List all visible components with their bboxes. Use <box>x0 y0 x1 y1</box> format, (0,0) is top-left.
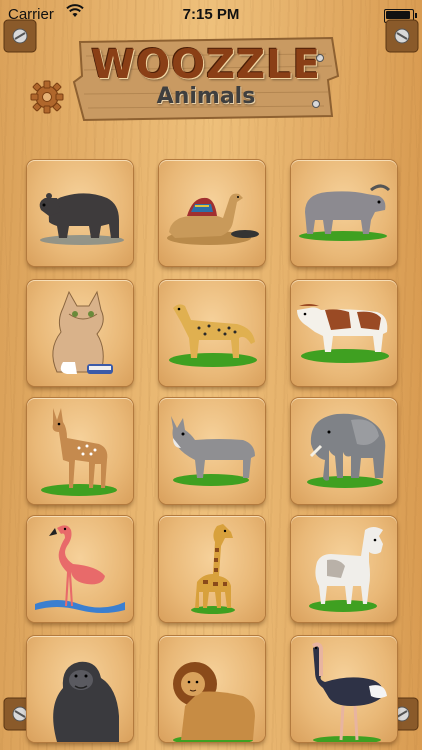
animal-tile-ostrich[interactable] <box>291 636 397 742</box>
animal-tile-elephant[interactable] <box>291 398 397 504</box>
flamingo-icon <box>35 525 125 613</box>
camel-icon <box>167 193 259 245</box>
gorilla-icon <box>53 661 119 742</box>
giraffe-icon <box>191 524 235 614</box>
animal-tile-cow[interactable] <box>291 280 397 386</box>
donkey-icon <box>171 416 255 486</box>
animal-tile-goat[interactable] <box>291 516 397 622</box>
animal-tile-donkey[interactable] <box>159 398 265 504</box>
status-bar: Carrier 7:15 PM <box>0 0 422 32</box>
hinge-screw-icon <box>384 18 420 54</box>
animal-tile-cat[interactable] <box>27 280 133 386</box>
app-subtitle: Animals <box>156 84 256 109</box>
app-title: WOOZZLE <box>91 42 321 88</box>
elephant-icon <box>307 413 386 488</box>
animal-tile-giraffe[interactable] <box>159 516 265 622</box>
animal-tile-lion[interactable] <box>159 636 265 742</box>
animal-tile-flamingo[interactable] <box>27 516 133 622</box>
cow-icon <box>297 304 389 363</box>
animal-tile-gorilla[interactable] <box>27 636 133 742</box>
animal-tile-water-buffalo[interactable] <box>291 160 397 266</box>
animal-tile-camel[interactable] <box>159 160 265 266</box>
animal-tile-bear[interactable] <box>27 160 133 266</box>
gear-icon[interactable] <box>28 78 66 116</box>
cat-icon <box>52 290 113 374</box>
cheetah-icon <box>169 304 257 367</box>
animal-tile-cheetah[interactable] <box>159 280 265 386</box>
hinge-screw-icon <box>2 18 38 54</box>
animal-tile-deer[interactable] <box>27 398 133 504</box>
title-sign: WOOZZLE Animals <box>70 36 342 122</box>
clock: 7:15 PM <box>182 6 240 23</box>
deer-icon <box>41 408 117 496</box>
lion-icon <box>173 662 255 742</box>
bear-icon <box>39 193 124 245</box>
goat-icon <box>309 527 383 612</box>
ostrich-icon <box>311 642 387 742</box>
water-buffalo-icon <box>299 184 391 241</box>
